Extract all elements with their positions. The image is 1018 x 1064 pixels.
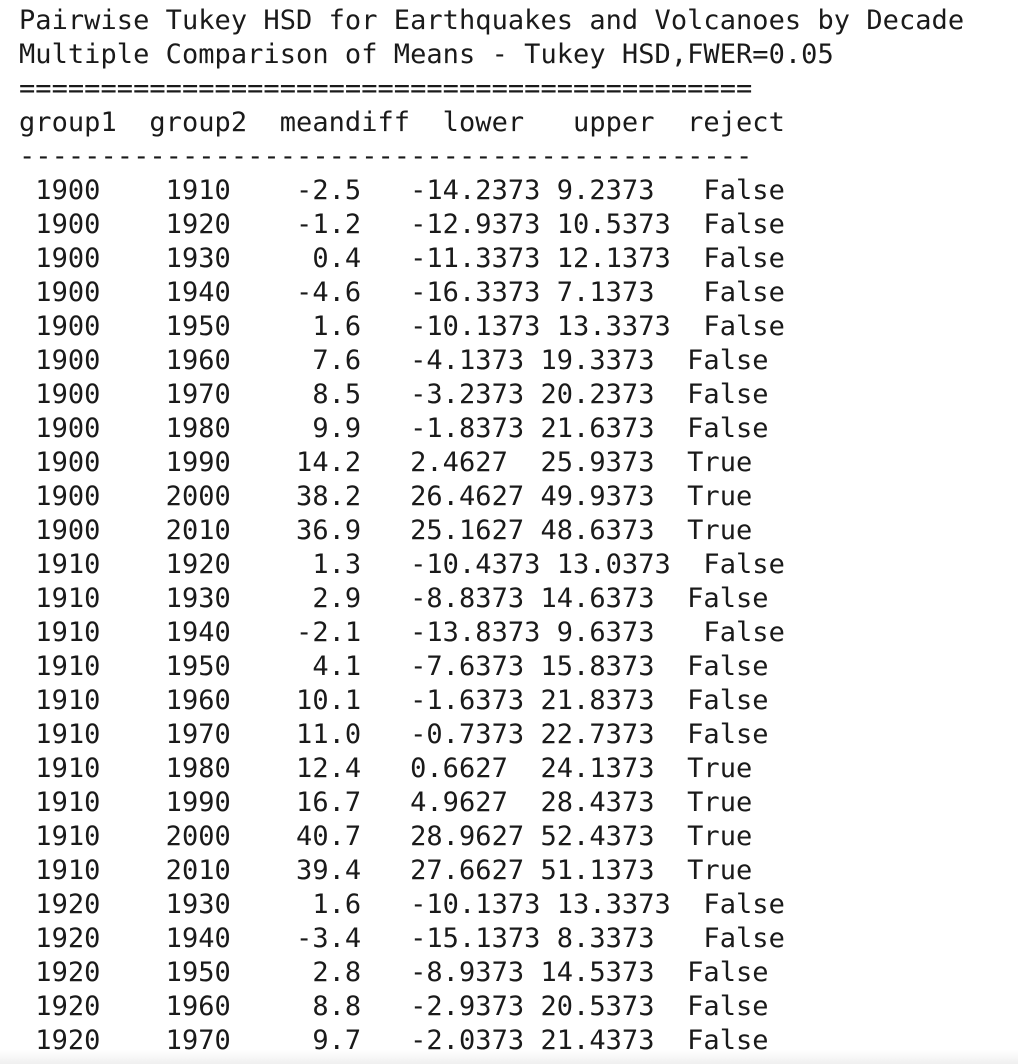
summary-rule-mid: ----------------------------------------… xyxy=(19,141,753,172)
table-row: 1900 1970 8.5 -3.2373 20.2373 False xyxy=(19,379,785,410)
table-row: 1900 1930 0.4 -11.3373 12.1373 False xyxy=(19,243,802,274)
table-row: 1900 1960 7.6 -4.1373 19.3373 False xyxy=(19,345,785,376)
table-row: 1900 1950 1.6 -10.1373 13.3373 False xyxy=(19,311,802,342)
table-row: 1910 1950 4.1 -7.6373 15.8373 False xyxy=(19,651,785,682)
table-row: 1910 1980 12.4 0.6627 24.1373 True xyxy=(19,753,785,784)
summary-heading: Multiple Comparison of Means - Tukey HSD… xyxy=(19,39,834,70)
table-row: 1900 1920 -1.2 -12.9373 10.5373 False xyxy=(19,209,802,240)
table-row: 1910 1970 11.0 -0.7373 22.7373 False xyxy=(19,719,785,750)
table-row: 1910 1940 -2.1 -13.8373 9.6373 False xyxy=(19,617,802,648)
table-row: 1920 1960 8.8 -2.9373 20.5373 False xyxy=(19,991,785,1022)
table-row: 1920 1940 -3.4 -15.1373 8.3373 False xyxy=(19,923,802,954)
table-row: 1900 1910 -2.5 -14.2373 9.2373 False xyxy=(19,175,802,206)
table-row: 1900 1980 9.9 -1.8373 21.6373 False xyxy=(19,413,785,444)
table-row: 1900 1990 14.2 2.4627 25.9373 True xyxy=(19,447,785,478)
table-row: 1910 2010 39.4 27.6627 51.1373 True xyxy=(19,855,785,886)
scroll-fade xyxy=(0,1050,1018,1064)
output-title: Pairwise Tukey HSD for Earthquakes and V… xyxy=(19,5,965,36)
table-row: 1920 1950 2.8 -8.9373 14.5373 False xyxy=(19,957,785,988)
cell-output: Pairwise Tukey HSD for Earthquakes and V… xyxy=(0,0,1018,1064)
summary-column-header: group1 group2 meandiff lower upper rejec… xyxy=(19,107,802,138)
summary-rule-top: ========================================… xyxy=(19,73,753,104)
table-row: 1920 1930 1.6 -10.1373 13.3373 False xyxy=(19,889,802,920)
table-row: 1900 2000 38.2 26.4627 49.9373 True xyxy=(19,481,785,512)
table-row: 1900 2010 36.9 25.1627 48.6373 True xyxy=(19,515,785,546)
table-row: 1910 1920 1.3 -10.4373 13.0373 False xyxy=(19,549,802,580)
table-row: 1910 1990 16.7 4.9627 28.4373 True xyxy=(19,787,785,818)
table-row: 1900 1940 -4.6 -16.3373 7.1373 False xyxy=(19,277,802,308)
table-row: 1910 1930 2.9 -8.8373 14.6373 False xyxy=(19,583,785,614)
table-row: 1910 2000 40.7 28.9627 52.4373 True xyxy=(19,821,785,852)
table-row: 1910 1960 10.1 -1.6373 21.8373 False xyxy=(19,685,785,716)
